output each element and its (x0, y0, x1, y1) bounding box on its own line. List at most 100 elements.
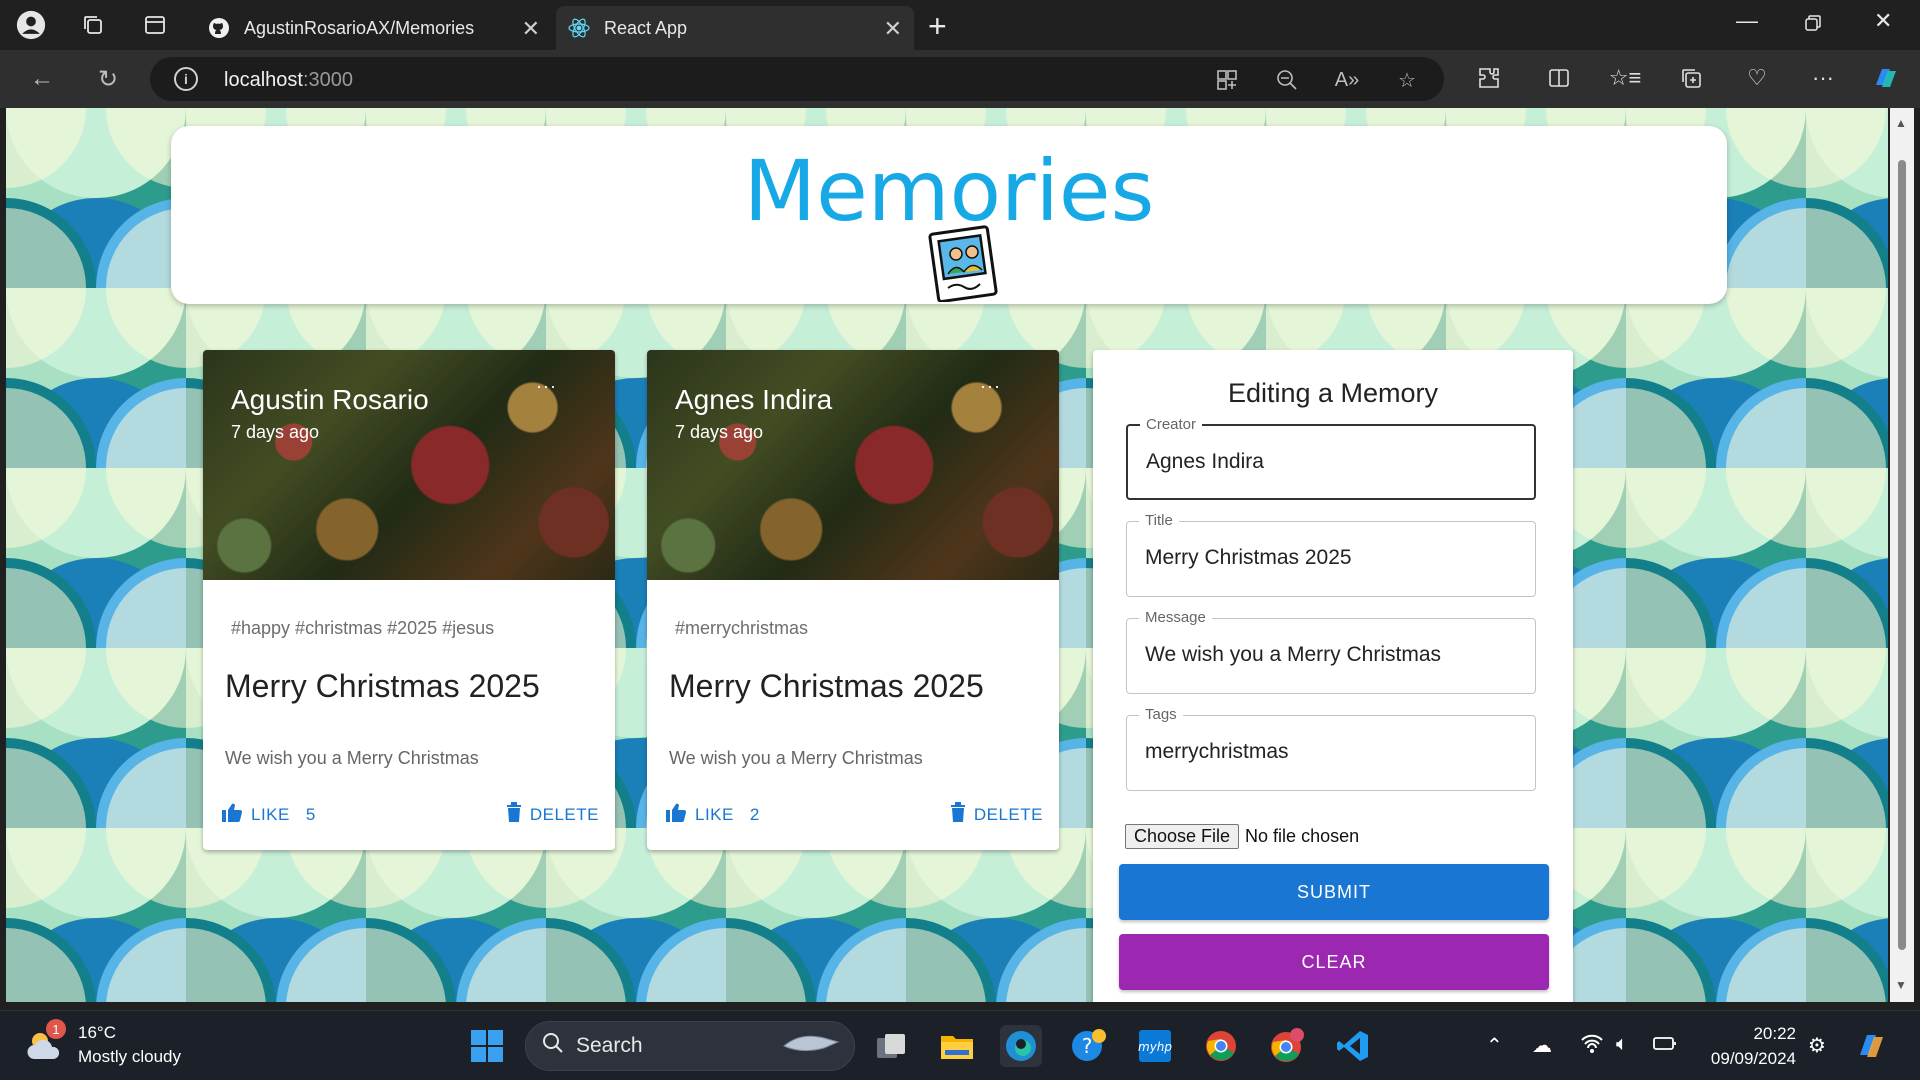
new-tab-icon[interactable]: + (928, 8, 947, 45)
thumb-up-icon (221, 802, 243, 827)
read-aloud-icon[interactable]: A» (1334, 67, 1360, 93)
url-port: :3000 (302, 69, 353, 91)
help-icon[interactable]: ? (1068, 1025, 1110, 1067)
memory-creator: Agustin Rosario (231, 384, 429, 415)
memory-title: Merry Christmas 2025 (669, 668, 984, 704)
title-field[interactable]: Title Merry Christmas 2025 (1126, 512, 1536, 597)
task-view-icon[interactable] (870, 1025, 912, 1067)
close-tab-icon[interactable]: ✕ (522, 16, 540, 42)
memory-tags: #happy #christmas #2025 #jesus (231, 618, 495, 638)
onedrive-icon[interactable]: ☁ (1532, 1033, 1552, 1058)
windows-start-icon[interactable] (466, 1025, 508, 1067)
minimize-icon[interactable]: — (1736, 8, 1758, 34)
tab-react-app[interactable]: React App ✕ (556, 6, 914, 50)
favorites-list-icon[interactable]: ☆≡ (1609, 63, 1642, 93)
form-heading: Editing a Memory (1227, 378, 1439, 408)
tab-github[interactable]: AgustinRosarioAX/Memories ✕ (196, 6, 552, 50)
profile-icon[interactable] (16, 10, 46, 40)
like-label: LIKE (695, 804, 734, 824)
creator-label: Creator (1140, 416, 1203, 433)
tab-actions-icon[interactable] (140, 10, 170, 40)
split-screen-icon[interactable] (1544, 63, 1574, 93)
scroll-up-arrow-icon[interactable]: ▲ (1895, 116, 1907, 130)
delete-button[interactable]: DELETE (950, 802, 1043, 827)
copilot-taskbar-icon[interactable] (1850, 1025, 1892, 1067)
myhp-icon[interactable]: myhp (1134, 1025, 1176, 1067)
message-label: Message (1139, 609, 1212, 626)
site-info-icon[interactable]: i (174, 67, 198, 91)
choose-file-button[interactable]: Choose File (1125, 824, 1240, 849)
chrome-icon[interactable] (1200, 1025, 1242, 1067)
memory-card: Agustin Rosario 7 days ago ··· #happy #c… (203, 350, 615, 850)
page-scrollbar[interactable]: ▲ ▼ (1890, 108, 1914, 1002)
browser-tab-bar: AgustinRosarioAX/Memories ✕ React App ✕ … (0, 0, 1920, 50)
app-header: Memories (171, 126, 1727, 304)
zoom-out-icon[interactable] (1274, 67, 1300, 93)
extensions-icon[interactable] (1474, 63, 1504, 93)
workspaces-icon[interactable] (78, 10, 108, 40)
more-options-icon[interactable]: ··· (980, 376, 1001, 397)
title-label: Title (1139, 512, 1179, 529)
title-value: Merry Christmas 2025 (1145, 546, 1352, 569)
cloud-icon: 1 (26, 1019, 66, 1065)
github-icon (208, 17, 230, 39)
search-highlight-icon (780, 1028, 840, 1064)
collections-icon[interactable] (1676, 63, 1706, 93)
file-status: No file chosen (1245, 826, 1360, 846)
delete-label: DELETE (973, 804, 1043, 824)
close-tab-icon[interactable]: ✕ (884, 16, 902, 42)
more-options-icon[interactable]: ··· (536, 376, 557, 397)
url-host: localhost (224, 69, 303, 91)
svg-text:?: ? (1082, 1034, 1093, 1058)
file-explorer-icon[interactable] (936, 1025, 978, 1067)
creator-field[interactable]: Creator Agnes Indira (1126, 416, 1536, 500)
memory-creator: Agnes Indira (675, 384, 833, 415)
back-arrow-icon[interactable]: ← (26, 63, 58, 95)
show-hidden-icons-icon[interactable]: ⌃ (1486, 1033, 1503, 1058)
edge-browser-icon[interactable] (1000, 1025, 1042, 1067)
tab-github-label: AgustinRosarioAX/Memories (244, 17, 475, 38)
memory-form: Editing a Memory Creator Agnes Indira Ti… (1093, 350, 1573, 1002)
memory-tags: #merrychristmas (675, 618, 809, 638)
submit-button[interactable]: SUBMIT (1119, 864, 1549, 920)
memories-photo-logo-icon (928, 224, 1000, 303)
taskbar-clock[interactable]: 20:22 09/09/2024 (1700, 1021, 1796, 1071)
copilot-icon[interactable] (1870, 63, 1900, 93)
scrollbar-thumb[interactable] (1898, 160, 1906, 950)
memory-time-ago: 7 days ago (675, 422, 764, 442)
app-available-icon[interactable] (1214, 67, 1240, 93)
wifi-icon[interactable] (1580, 1033, 1604, 1059)
memory-card: Agnes Indira 7 days ago ··· #merrychrist… (647, 350, 1059, 850)
favorite-star-icon[interactable]: ☆ (1394, 67, 1420, 93)
refresh-icon[interactable]: ↻ (92, 63, 124, 95)
restore-icon[interactable] (1804, 8, 1822, 38)
weather-widget[interactable]: 1 16°C Mostly cloudy (26, 1019, 181, 1069)
like-button[interactable]: LIKE 5 (221, 802, 316, 827)
url-text[interactable]: localhost:3000 (224, 69, 353, 92)
clear-button[interactable]: CLEAR (1119, 934, 1549, 990)
vscode-icon[interactable] (1332, 1025, 1374, 1067)
address-bar[interactable]: i localhost:3000 A» ☆ (150, 57, 1444, 101)
trash-icon (950, 802, 966, 827)
delete-label: DELETE (529, 804, 599, 824)
scroll-down-arrow-icon[interactable]: ▼ (1895, 978, 1907, 992)
taskbar-search[interactable]: Search (525, 1021, 855, 1071)
like-button[interactable]: LIKE 2 (665, 802, 760, 827)
tags-field[interactable]: Tags merrychristmas (1126, 706, 1536, 791)
weather-condition: Mostly cloudy (78, 1047, 181, 1066)
battery-icon[interactable] (1652, 1033, 1678, 1059)
windows-taskbar: 1 16°C Mostly cloudy Search ? myhp ⌃ ☁ 🔈… (0, 1010, 1920, 1080)
like-count: 5 (305, 804, 316, 824)
message-field[interactable]: Message We wish you a Merry Christmas (1126, 609, 1536, 694)
notification-icon[interactable]: ⚙ (1808, 1033, 1826, 1058)
memory-title: Merry Christmas 2025 (225, 668, 540, 704)
volume-icon[interactable]: 🔈︎ (1616, 1033, 1628, 1056)
page-viewport: Memories Agustin Rosario 7 days ago ··· … (6, 108, 1888, 1002)
browser-essentials-icon[interactable]: ♡ (1742, 63, 1772, 93)
close-window-icon[interactable]: ✕ (1874, 8, 1892, 34)
delete-button[interactable]: DELETE (506, 802, 599, 827)
more-options-icon[interactable]: ··· (1808, 63, 1838, 93)
memory-message: We wish you a Merry Christmas (669, 748, 923, 768)
chrome-profile-icon[interactable] (1266, 1025, 1308, 1067)
address-bar-row: ← ↻ i localhost:3000 A» ☆ ☆≡ ♡ ··· (0, 50, 1920, 108)
